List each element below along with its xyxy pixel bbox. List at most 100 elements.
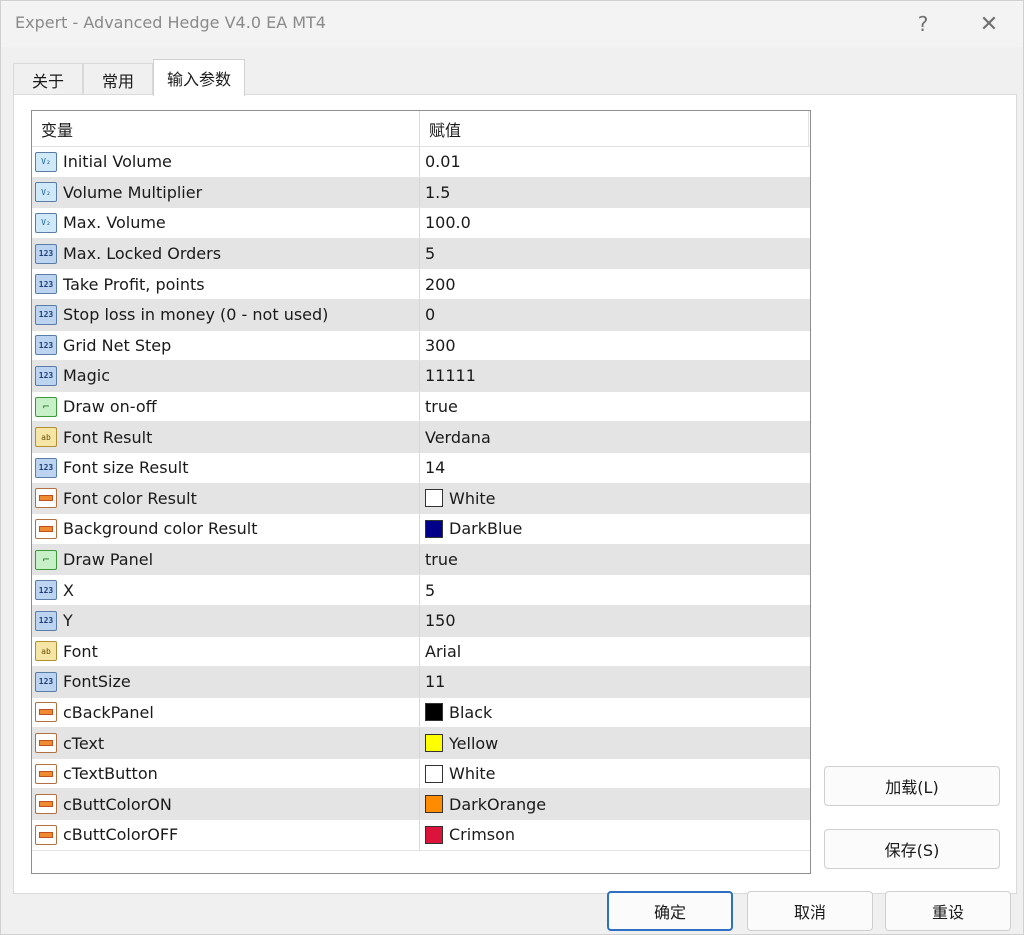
value-cell[interactable]: 0 [420, 300, 808, 330]
table-row[interactable]: cText Yellow [32, 728, 810, 759]
value-cell[interactable]: 11 [420, 667, 808, 697]
column-header-variable[interactable]: 变量 [32, 111, 420, 147]
reset-button[interactable]: 重设 [885, 891, 1011, 931]
value-cell[interactable]: Black [420, 698, 808, 728]
variable-cell: ab Font [32, 636, 420, 667]
close-button[interactable]: ✕ [967, 9, 1011, 39]
grid-rows: V₂ Initial Volume 0.01 V₂ Volume Multiplier 1… [32, 147, 810, 851]
table-row[interactable]: 123 Magic 11111 [32, 361, 810, 392]
tab-inputs[interactable]: 输入参数 [153, 59, 245, 96]
table-row[interactable]: ⌐ Draw Panel true [32, 544, 810, 576]
variable-cell: 123 Take Profit, points [32, 269, 420, 299]
variable-name: cButtColorON [63, 794, 172, 814]
value-text: Verdana [425, 427, 491, 447]
value-cell[interactable]: 5 [420, 575, 808, 605]
variable-name: Draw Panel [63, 550, 154, 570]
value-cell[interactable]: 11111 [420, 361, 808, 391]
table-row[interactable]: 123 X 5 [32, 575, 810, 606]
variable-cell: 123 Magic [32, 361, 420, 391]
value-cell[interactable]: 5 [420, 239, 808, 269]
variable-cell: cButtColorOFF [32, 820, 420, 850]
value-cell[interactable]: 100.0 [420, 208, 808, 238]
value-cell[interactable]: DarkOrange [420, 789, 808, 819]
cancel-button[interactable]: 取消 [747, 891, 873, 931]
value-text: White [449, 764, 496, 784]
table-row[interactable]: 123 Grid Net Step 300 [32, 330, 810, 362]
table-row[interactable]: Background color Result DarkBlue [32, 514, 810, 545]
variable-cell: ⌐ Draw Panel [32, 544, 420, 575]
value-cell[interactable]: Crimson [420, 820, 808, 850]
value-cell[interactable]: 0.01 [420, 147, 808, 177]
save-button[interactable]: 保存(S) [824, 829, 1000, 869]
integer-icon: 123 [35, 610, 57, 631]
variable-name: Stop loss in money (0 - not used) [63, 305, 329, 325]
table-row[interactable]: V₂ Initial Volume 0.01 [32, 147, 810, 178]
load-button[interactable]: 加载(L) [824, 766, 1000, 806]
value-cell[interactable]: 300 [420, 331, 808, 361]
value-text: 200 [425, 274, 456, 294]
variable-name: Draw on-off [63, 397, 157, 417]
table-row[interactable]: Font color Result White [32, 483, 810, 515]
color-swatch [425, 703, 443, 722]
color-icon [35, 518, 57, 539]
table-row[interactable]: 123 FontSize 11 [32, 667, 810, 698]
value-cell[interactable]: White [420, 484, 808, 514]
table-row[interactable]: cButtColorON DarkOrange [32, 789, 810, 821]
table-row[interactable]: cBackPanel Black [32, 697, 810, 729]
value-cell[interactable]: DarkBlue [420, 514, 808, 544]
integer-icon: 123 [35, 304, 57, 325]
variable-name: Font Result [63, 427, 153, 447]
table-row[interactable]: cTextButton White [32, 758, 810, 790]
bool-icon: ⌐ [35, 549, 57, 570]
column-header-value[interactable]: 赋值 [420, 111, 808, 147]
volume-icon: V₂ [35, 151, 57, 172]
variable-name: Font color Result [63, 488, 197, 508]
table-row[interactable]: ⌐ Draw on-off true [32, 391, 810, 423]
value-cell[interactable]: true [420, 392, 808, 422]
value-text: 300 [425, 335, 456, 355]
variable-cell: 123 Grid Net Step [32, 330, 420, 361]
table-row[interactable]: ab Font Result Verdana [32, 422, 810, 453]
variable-cell: 123 Y [32, 605, 420, 636]
table-row[interactable]: 123 Max. Locked Orders 5 [32, 238, 810, 270]
table-row[interactable]: 123 Stop loss in money (0 - not used) 0 [32, 299, 810, 331]
variable-cell: Font color Result [32, 483, 420, 514]
color-swatch [425, 764, 443, 783]
variable-cell: ab Font Result [32, 422, 420, 452]
table-row[interactable]: 123 Take Profit, points 200 [32, 269, 810, 300]
string-icon: ab [35, 427, 57, 448]
table-row[interactable]: cButtColorOFF Crimson [32, 820, 810, 851]
variable-cell: cText [32, 728, 420, 758]
color-swatch [425, 489, 443, 508]
color-swatch [425, 519, 443, 538]
value-cell[interactable]: Verdana [420, 422, 808, 452]
variable-cell: Background color Result [32, 514, 420, 544]
tab-about[interactable]: 关于 [13, 63, 83, 95]
table-row[interactable]: 123 Font size Result 14 [32, 452, 810, 484]
value-cell[interactable]: 200 [420, 269, 808, 299]
value-cell[interactable]: true [420, 545, 808, 575]
table-row[interactable]: V₂ Volume Multiplier 1.5 [32, 177, 810, 209]
value-cell[interactable]: 14 [420, 453, 808, 483]
title-bar: Expert - Advanced Hedge V4.0 EA MT4 ? ✕ [1, 1, 1023, 47]
value-cell[interactable]: 150 [420, 606, 808, 636]
value-cell[interactable]: White [420, 759, 808, 789]
variable-name: Magic [63, 366, 111, 386]
ok-button[interactable]: 确定 [607, 891, 733, 931]
value-cell[interactable]: 1.5 [420, 178, 808, 208]
tab-common[interactable]: 常用 [83, 63, 153, 95]
help-button[interactable]: ? [901, 9, 945, 39]
table-row[interactable]: V₂ Max. Volume 100.0 [32, 208, 810, 239]
variable-cell: V₂ Initial Volume [32, 147, 420, 177]
value-cell[interactable]: Arial [420, 637, 808, 667]
value-text: 1.5 [425, 182, 451, 202]
value-cell[interactable]: Yellow [420, 728, 808, 758]
color-icon [35, 794, 57, 815]
integer-icon: 123 [35, 671, 57, 692]
value-text: 11 [425, 672, 446, 692]
table-row[interactable]: ab Font Arial [32, 636, 810, 668]
volume-icon: V₂ [35, 182, 57, 203]
table-row[interactable]: 123 Y 150 [32, 605, 810, 637]
value-text: Arial [425, 641, 462, 661]
value-text: 11111 [425, 366, 476, 386]
